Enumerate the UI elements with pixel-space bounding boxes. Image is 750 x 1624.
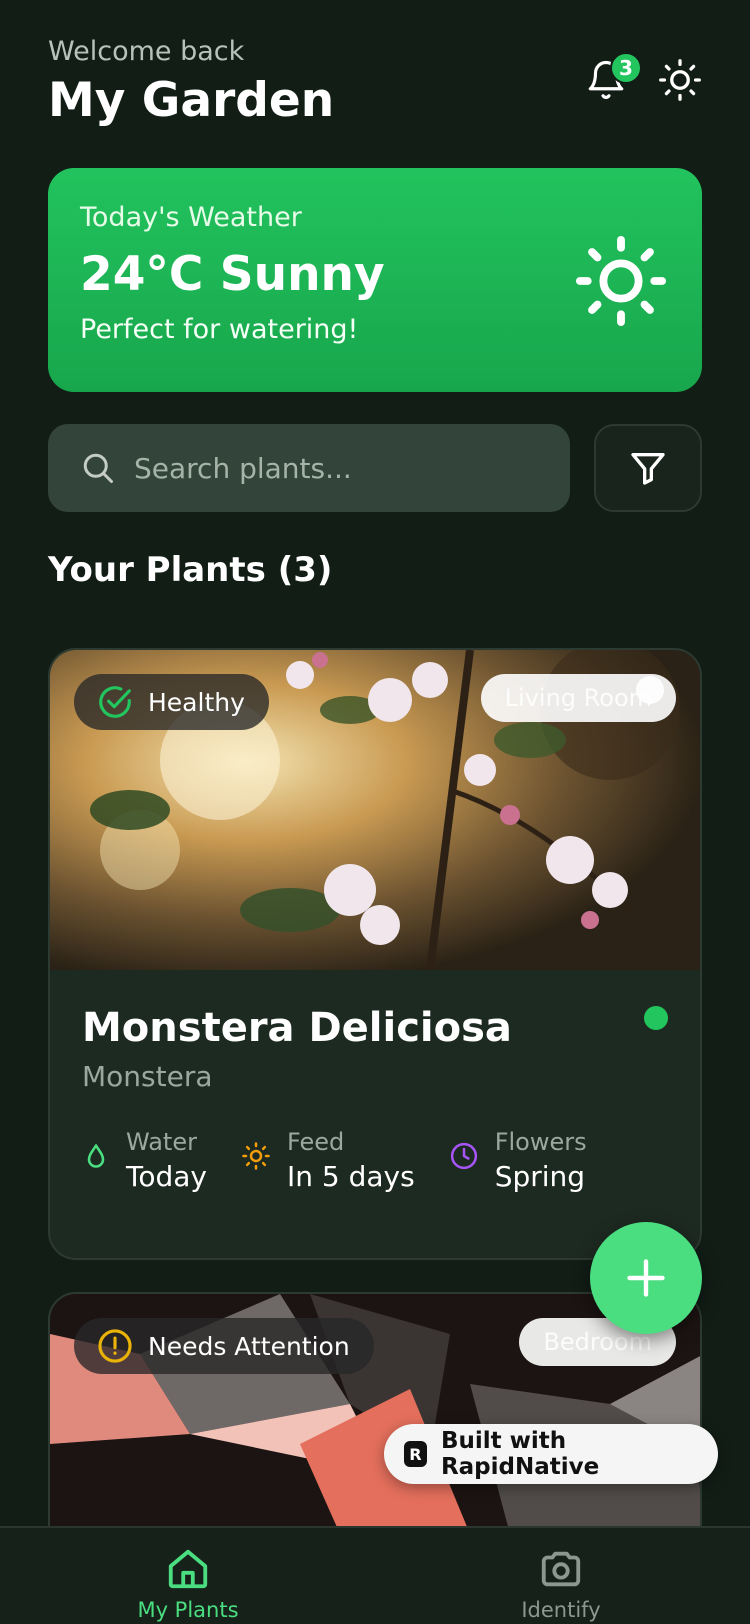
weather-card: Today's Weather 24°C Sunny Perfect for w… xyxy=(48,168,702,392)
tab-label: Identify xyxy=(521,1598,601,1622)
tab-my-plants[interactable]: My Plants xyxy=(78,1546,298,1622)
status-dot xyxy=(644,1006,668,1030)
sun-icon xyxy=(242,1142,270,1170)
care-stats: Water Today Feed In 5 days Flowers Sprin… xyxy=(82,1127,668,1197)
plant-photo: Healthy Living Room xyxy=(50,650,700,970)
alert-circle-icon xyxy=(98,1329,132,1363)
room-badge: Living Room xyxy=(480,674,676,722)
sun-icon xyxy=(659,59,701,101)
bottom-tab-bar: My Plants Identify xyxy=(0,1526,750,1624)
tab-identify[interactable]: Identify xyxy=(451,1546,671,1622)
filter-button[interactable] xyxy=(594,424,702,512)
stat-label: Water xyxy=(126,1128,197,1156)
weather-label: Today's Weather xyxy=(80,202,302,233)
plant-photo: Needs Attention Bedroom xyxy=(50,1294,700,1550)
plant-card-body: Monstera Deliciosa Monstera Water Today xyxy=(50,970,700,1231)
notification-badge: 3 xyxy=(610,52,642,84)
built-with-badge[interactable]: R Built with RapidNative xyxy=(384,1424,718,1484)
status-badge: Healthy xyxy=(74,674,269,730)
check-circle-icon xyxy=(99,686,131,718)
water-stat: Water Today xyxy=(82,1127,207,1197)
clock-icon xyxy=(450,1142,477,1170)
status-label: Healthy xyxy=(148,687,245,717)
add-plant-button[interactable] xyxy=(590,1222,702,1334)
stat-value: Today xyxy=(126,1160,207,1193)
plant-type: Monstera xyxy=(82,1060,213,1093)
tab-label: My Plants xyxy=(137,1598,239,1622)
stat-label: Flowers xyxy=(494,1128,587,1156)
flowers-stat: Flowers Spring xyxy=(449,1127,587,1197)
notifications-button[interactable]: 3 xyxy=(584,52,642,102)
header-actions: 3 xyxy=(584,52,702,102)
theme-toggle-button[interactable] xyxy=(658,58,702,102)
built-with-label: Built with RapidNative xyxy=(440,1428,600,1480)
status-badge: Needs Attention xyxy=(74,1318,374,1374)
search-placeholder: Search plants... xyxy=(134,451,352,485)
rapidnative-logo-icon: R xyxy=(404,1441,427,1467)
stat-label: Feed xyxy=(286,1128,345,1156)
camera-icon xyxy=(541,1551,581,1587)
feed-stat: Feed In 5 days xyxy=(241,1127,415,1197)
home-icon xyxy=(168,1549,208,1589)
plus-icon xyxy=(627,1259,665,1297)
filter-icon xyxy=(631,453,665,485)
sun-icon xyxy=(575,235,667,327)
header: Welcome back My Garden 3 xyxy=(48,36,702,136)
plant-name: Monstera Deliciosa xyxy=(82,1005,512,1051)
search-input[interactable]: Search plants... xyxy=(48,424,570,512)
search-icon xyxy=(83,453,113,483)
droplet-icon xyxy=(87,1144,105,1168)
section-title: Your Plants (3) xyxy=(48,550,333,590)
stat-value: In 5 days xyxy=(286,1160,415,1193)
plant-card[interactable]: Healthy Living Room Monstera Deliciosa M… xyxy=(48,648,702,1260)
plant-card[interactable]: Needs Attention Bedroom xyxy=(48,1292,702,1552)
status-label: Needs Attention xyxy=(148,1331,350,1361)
stat-value: Spring xyxy=(494,1160,586,1193)
